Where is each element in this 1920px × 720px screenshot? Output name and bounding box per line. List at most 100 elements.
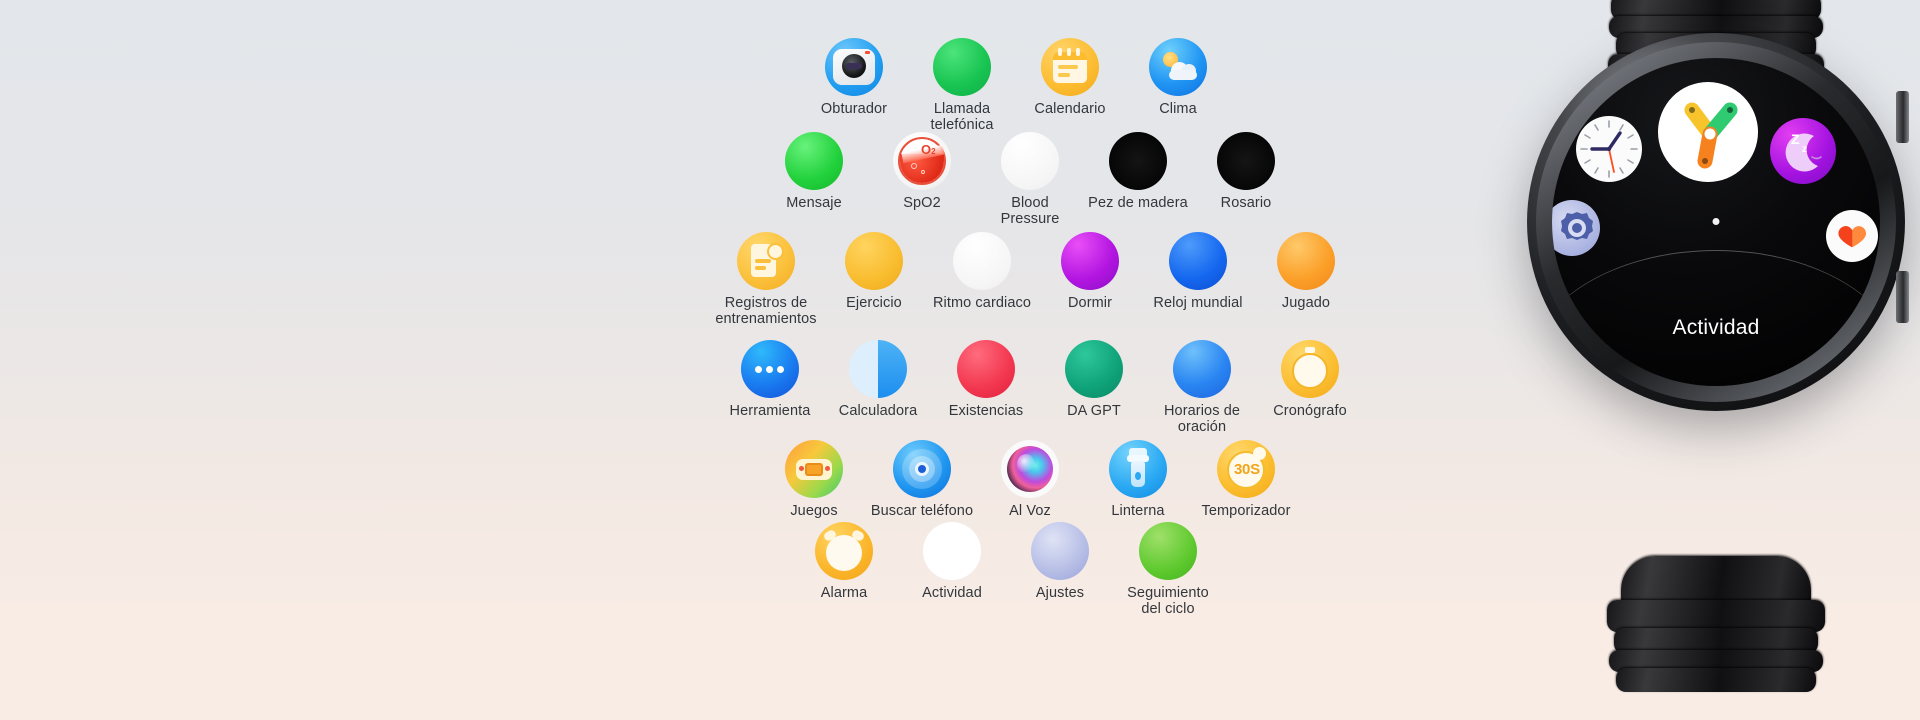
stocks-candlestick-icon[interactable]: [957, 340, 1015, 398]
activity-rings-icon[interactable]: [923, 522, 981, 580]
flashlight-icon[interactable]: [1109, 440, 1167, 498]
watch-band-lower-link-4: [1616, 668, 1816, 692]
heart-rate-icon[interactable]: [953, 232, 1011, 290]
app-label: Llamada telefónica: [930, 101, 994, 133]
app-label: Jugado: [1281, 295, 1331, 311]
app-row-5: Juegos Buscar teléfono Al Voz Linterna 30S Te…: [760, 440, 1300, 520]
app-item-registros-de-entrenamientos[interactable]: Registros de entrenamientos: [712, 232, 820, 327]
settings-gear-icon[interactable]: [1031, 522, 1089, 580]
calendar-icon[interactable]: [1041, 38, 1099, 96]
app-item-ritmo-cardiaco[interactable]: Ritmo cardiaco: [928, 232, 1036, 312]
app-item-reloj-mundial[interactable]: Reloj mundial: [1144, 232, 1252, 312]
alarm-clock-icon[interactable]: [815, 522, 873, 580]
watch-side-button-bottom[interactable]: [1896, 271, 1909, 323]
wooden-fish-icon[interactable]: [1109, 132, 1167, 190]
watch-bezel: Z z Actividad: [1536, 42, 1896, 402]
blood-oxygen-icon[interactable]: O2: [893, 132, 951, 190]
music-note-icon[interactable]: [1277, 232, 1335, 290]
app-item-juegos[interactable]: Juegos: [760, 440, 868, 520]
workout-records-icon[interactable]: [737, 232, 795, 290]
app-row-6: Alarma Actividad Ajustes Seguimiento del cic…: [790, 522, 1222, 617]
app-item-rosario[interactable]: Rosario: [1192, 132, 1300, 212]
watch-app-sleep-icon[interactable]: Z z: [1770, 118, 1836, 184]
timer-30s-icon[interactable]: 30S: [1217, 440, 1275, 498]
app-item-linterna[interactable]: Linterna: [1084, 440, 1192, 520]
smartwatch-device: Z z Actividad: [1512, 0, 1920, 720]
app-label: Calculadora: [838, 403, 918, 419]
watch-app-analog-clock-icon[interactable]: [1576, 116, 1642, 182]
app-item-alarma[interactable]: Alarma: [790, 522, 898, 602]
app-item-blood-pressure[interactable]: Blood Pressure: [976, 132, 1084, 227]
app-item-llamada-telefónica[interactable]: Llamada telefónica: [908, 38, 1016, 133]
app-grid: Obturador Llamada telefónica Calendario Clim…: [0, 0, 1560, 720]
tools-more-icon[interactable]: [741, 340, 799, 398]
app-label: Pez de madera: [1088, 195, 1188, 211]
app-item-pez-de-madera[interactable]: Pez de madera: [1084, 132, 1192, 212]
app-item-al-voz[interactable]: Al Voz: [976, 440, 1084, 520]
prayer-times-mosque-icon[interactable]: [1173, 340, 1231, 398]
app-item-da-gpt[interactable]: DA GPT: [1040, 340, 1148, 420]
app-item-horarios-de-oración[interactable]: Horarios de oración: [1148, 340, 1256, 435]
app-label: SpO2: [903, 195, 941, 211]
app-item-existencias[interactable]: Existencias: [932, 340, 1040, 420]
app-label: Blood Pressure: [1000, 195, 1060, 227]
app-label: Ritmo cardiaco: [932, 295, 1032, 311]
find-phone-radar-icon[interactable]: [893, 440, 951, 498]
app-label: DA GPT: [1067, 403, 1121, 419]
stopwatch-icon[interactable]: [1281, 340, 1339, 398]
camera-shutter-icon[interactable]: [825, 38, 883, 96]
app-label: Linterna: [1111, 503, 1165, 519]
message-bubble-icon[interactable]: [785, 132, 843, 190]
watch-screen[interactable]: Z z Actividad: [1552, 58, 1880, 386]
blood-pressure-icon[interactable]: [1001, 132, 1059, 190]
app-item-obturador[interactable]: Obturador: [800, 38, 908, 118]
weather-cloud-sun-icon[interactable]: [1149, 38, 1207, 96]
exercise-arm-icon[interactable]: [845, 232, 903, 290]
watch-app-activity-icon[interactable]: [1658, 82, 1758, 182]
app-row-2: Mensaje O2 SpO2 Blood Pressure Pez de madera R…: [760, 132, 1300, 227]
app-item-herramienta[interactable]: Herramienta: [716, 340, 824, 420]
app-item-seguimiento-del-ciclo[interactable]: Seguimiento del ciclo: [1114, 522, 1222, 617]
app-item-mensaje[interactable]: Mensaje: [760, 132, 868, 212]
ai-voice-icon[interactable]: [1001, 440, 1059, 498]
phone-call-icon[interactable]: [933, 38, 991, 96]
page-indicator-dot: [1712, 218, 1720, 225]
app-item-dormir[interactable]: Zz Dormir: [1036, 232, 1144, 312]
watch-app-heart-rate-icon[interactable]: [1826, 210, 1878, 262]
games-console-icon[interactable]: [785, 440, 843, 498]
app-item-cronógrafo[interactable]: Cronógrafo: [1256, 340, 1364, 420]
app-item-calendario[interactable]: Calendario: [1016, 38, 1124, 118]
app-label: Existencias: [948, 403, 1024, 419]
app-label: Dormir: [1067, 295, 1113, 311]
app-label: Horarios de oración: [1163, 403, 1241, 435]
calculator-icon[interactable]: [849, 340, 907, 398]
app-item-calculadora[interactable]: Calculadora: [824, 340, 932, 420]
app-item-jugado[interactable]: Jugado: [1252, 232, 1360, 312]
svg-text:z: z: [1802, 144, 1807, 155]
watch-side-button-top[interactable]: [1896, 91, 1909, 143]
app-label: Registros de entrenamientos: [715, 295, 817, 327]
app-item-ejercicio[interactable]: Ejercicio: [820, 232, 928, 312]
app-label: Alarma: [820, 585, 868, 601]
watch-selected-app-label: Actividad: [1672, 316, 1760, 339]
app-label: Temporizador: [1201, 503, 1291, 519]
world-clock-icon[interactable]: [1169, 232, 1227, 290]
app-label: Mensaje: [786, 195, 842, 211]
sleep-moon-icon[interactable]: Zz: [1061, 232, 1119, 290]
app-row-4: Herramienta Calculadora Existencias DA GPT H…: [716, 340, 1364, 435]
watch-case: Z z Actividad: [1527, 33, 1909, 411]
app-label: Seguimiento del ciclo: [1127, 585, 1209, 617]
app-item-ajustes[interactable]: Ajustes: [1006, 522, 1114, 602]
app-item-spo2[interactable]: O2 SpO2: [868, 132, 976, 212]
app-label: Rosario: [1220, 195, 1272, 211]
app-item-clima[interactable]: Clima: [1124, 38, 1232, 118]
openai-gpt-icon[interactable]: [1065, 340, 1123, 398]
app-item-actividad[interactable]: Actividad: [898, 522, 1006, 602]
app-item-temporizador[interactable]: 30S Temporizador: [1192, 440, 1300, 520]
watch-app-settings-icon[interactable]: [1552, 200, 1600, 256]
svg-text:Z: Z: [1791, 131, 1800, 147]
app-item-buscar-teléfono[interactable]: Buscar teléfono: [868, 440, 976, 520]
app-row-1: Obturador Llamada telefónica Calendario Clim…: [800, 38, 1232, 133]
cycle-tracking-flower-icon[interactable]: [1139, 522, 1197, 580]
prayer-beads-icon[interactable]: [1217, 132, 1275, 190]
